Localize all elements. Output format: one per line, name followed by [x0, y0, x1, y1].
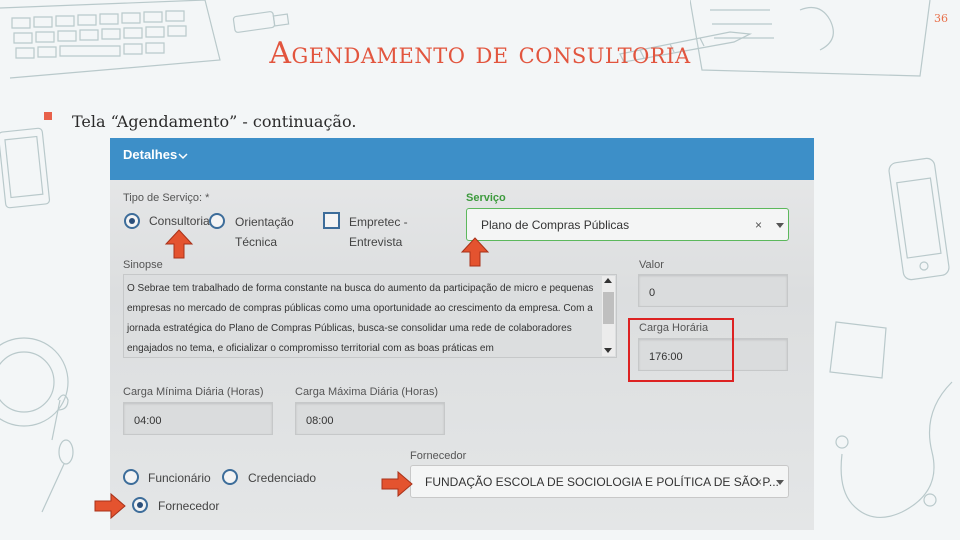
bullet-text: Tela “Agendamento” - continuação.: [72, 112, 357, 131]
details-header[interactable]: Detalhes: [110, 138, 814, 180]
servico-caret-icon[interactable]: [776, 223, 784, 228]
arrow-up-servico-icon: [460, 237, 490, 267]
radio-credenciado[interactable]: [222, 469, 238, 485]
slide-title: Agendamento de consultoria: [269, 36, 691, 71]
fornecedor-label: Fornecedor: [410, 450, 467, 462]
carga-minima-field[interactable]: 04:00: [123, 402, 273, 435]
spoon-doodle: [41, 439, 74, 513]
carga-maxima-label: Carga Máxima Diária (Horas): [295, 386, 439, 398]
earphones-doodle: [835, 381, 953, 519]
slide-number: 36: [934, 12, 948, 25]
checkbox-empretec[interactable]: [323, 212, 340, 229]
coffee-cup-doodle: [0, 337, 69, 441]
carga-maxima-field[interactable]: 08:00: [295, 402, 445, 435]
scroll-up-icon[interactable]: [604, 278, 612, 283]
scroll-thumb[interactable]: [603, 292, 614, 324]
arrow-up-consultoria-icon: [164, 229, 194, 259]
carga-horaria-highlight: [628, 318, 734, 382]
radio-fornecedor-label: Fornecedor: [158, 499, 220, 513]
bullet-marker: [44, 112, 52, 120]
details-header-label: Detalhes: [123, 147, 178, 162]
radio-orientacao-label-line2: Técnica: [235, 235, 278, 249]
valor-field[interactable]: 0: [638, 274, 788, 307]
radio-funcionario[interactable]: [123, 469, 139, 485]
arrow-right-fornecedor-radio-icon: [94, 492, 126, 520]
fornecedor-select[interactable]: FUNDAÇÃO ESCOLA DE SOCIOLOGIA E POLÍTICA…: [410, 465, 789, 498]
fornecedor-caret-icon[interactable]: [776, 480, 784, 485]
arrow-right-fornecedor-select-icon: [381, 470, 413, 498]
radio-orientacao-label-line1: Orientação: [235, 215, 294, 229]
servico-label: Serviço: [466, 192, 506, 204]
smartphone-doodle: [888, 157, 950, 281]
servico-value: Plano de Compras Públicas: [481, 218, 630, 232]
checkbox-empretec-label-line2: Entrevista: [349, 235, 403, 249]
fornecedor-clear-icon[interactable]: ×: [755, 475, 762, 489]
sinopse-scrollbar[interactable]: [602, 276, 615, 356]
fornecedor-value: FUNDAÇÃO ESCOLA DE SOCIOLOGIA E POLÍTICA…: [425, 475, 779, 489]
checkbox-empretec-label-line1: Empretec -: [349, 215, 408, 229]
sinopse-label: Sinopse: [123, 259, 163, 271]
chevron-down-icon: [178, 153, 188, 160]
radio-orientacao-tecnica[interactable]: [209, 213, 225, 229]
sinopse-textarea[interactable]: O Sebrae tem trabalhado de forma constan…: [123, 274, 617, 358]
radio-consultoria[interactable]: [124, 213, 140, 229]
servico-select[interactable]: Plano de Compras Públicas ×: [466, 208, 789, 241]
carga-minima-label: Carga Mínima Diária (Horas): [123, 386, 264, 398]
sinopse-text: O Sebrae tem trabalhado de forma constan…: [127, 283, 594, 354]
valor-label: Valor: [639, 259, 664, 271]
radio-funcionario-label: Funcionário: [148, 471, 211, 485]
scroll-down-icon[interactable]: [604, 348, 612, 353]
usb-stick-doodle: [232, 11, 290, 33]
servico-clear-icon[interactable]: ×: [755, 218, 762, 232]
tablet-doodle: [0, 127, 51, 209]
radio-fornecedor[interactable]: [132, 497, 148, 513]
tipo-servico-label: Tipo de Serviço: *: [123, 192, 210, 204]
radio-credenciado-label: Credenciado: [248, 471, 317, 485]
